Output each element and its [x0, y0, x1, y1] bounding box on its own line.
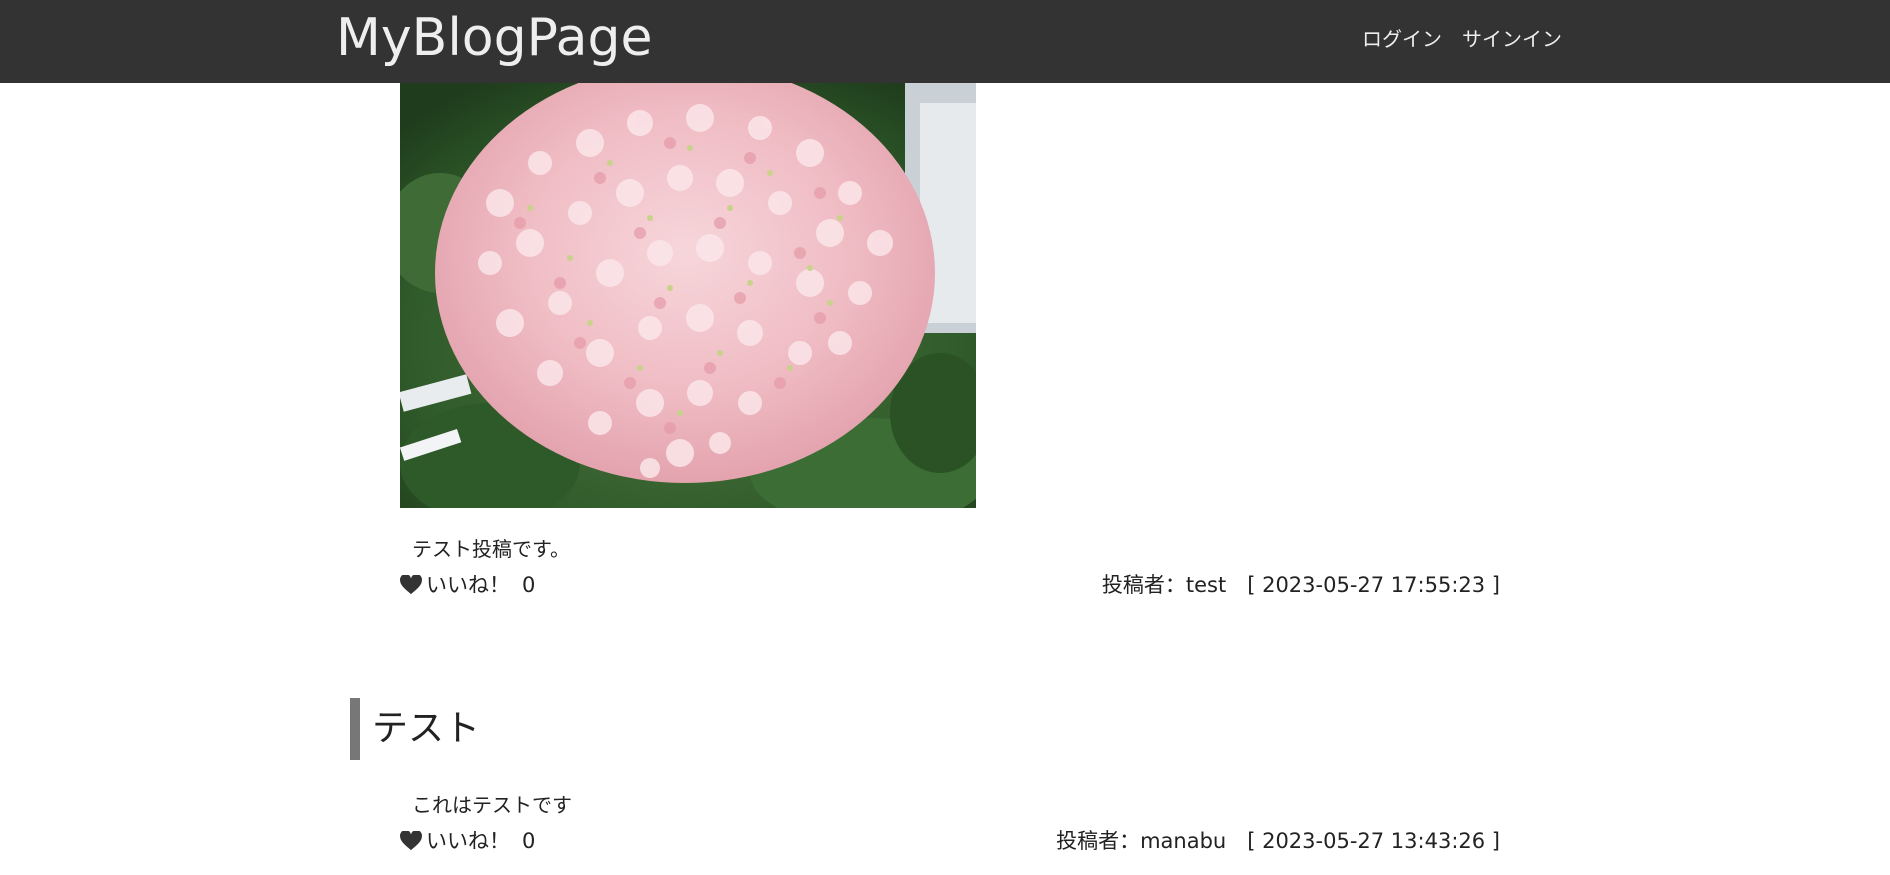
post-title-block: テスト — [350, 698, 480, 760]
post-author-date: 投稿者：test [ 2023-05-27 17:55:23 ] — [1101, 573, 1500, 597]
heart-icon — [400, 575, 422, 595]
like-count: 0 — [522, 829, 536, 853]
like-button[interactable]: いいね！ 0 — [400, 826, 535, 856]
signin-link[interactable]: サインイン — [1462, 24, 1562, 54]
post-body-text: これはテストです — [412, 793, 572, 817]
title-accent-bar — [350, 698, 360, 760]
navbar: MyBlogPage ログイン サインイン — [0, 0, 1890, 83]
like-button[interactable]: いいね！ 0 — [400, 570, 535, 600]
heart-icon — [400, 831, 422, 851]
post-body-text: テスト投稿です。 — [412, 537, 570, 561]
post-author-date: 投稿者：manabu [ 2023-05-27 13:43:26 ] — [1056, 829, 1500, 853]
login-link[interactable]: ログイン — [1362, 24, 1442, 54]
hydrangea-photo — [400, 83, 976, 508]
like-label: いいね！ — [426, 829, 510, 853]
like-count: 0 — [522, 573, 536, 597]
post-image — [400, 83, 976, 508]
nav-links: ログイン サインイン — [1362, 24, 1562, 54]
post-title: テスト — [372, 708, 481, 749]
brand-logo-link[interactable]: MyBlogPage — [336, 8, 652, 68]
like-label: いいね！ — [426, 573, 510, 597]
